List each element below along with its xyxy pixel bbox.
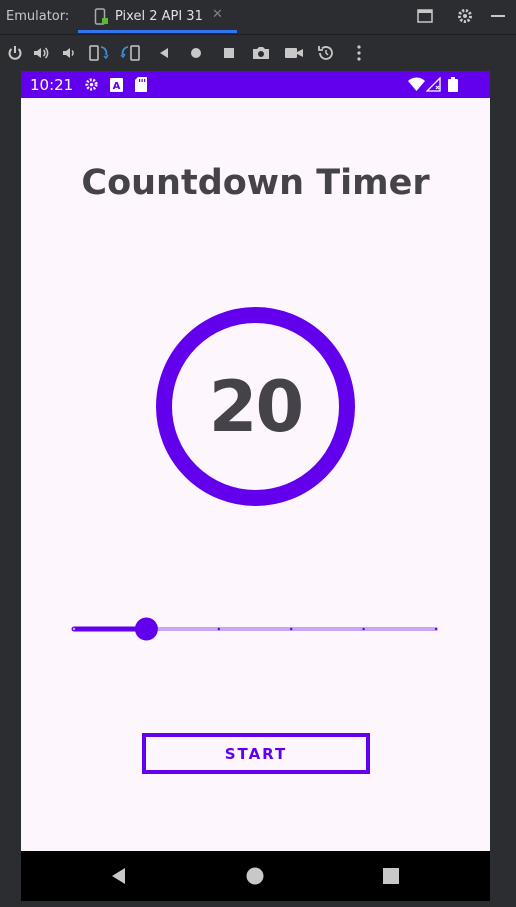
device-tab[interactable]: Pixel 2 API 31 ✕ [78,0,237,34]
active-tab-indicator [78,30,237,33]
minimize-icon[interactable] [490,7,506,29]
nav-back-icon[interactable] [109,866,129,886]
countdown-value: 20 [208,365,304,448]
signal-icon [425,76,441,96]
screenshot-icon[interactable] [251,43,271,63]
tab-close-icon[interactable]: ✕ [212,7,223,22]
screen-record-icon[interactable] [283,43,303,63]
device-tab-title: Pixel 2 API 31 [115,9,203,24]
page-title: Countdown Timer [81,163,430,203]
navigation-bar [21,851,490,901]
back-icon[interactable] [155,43,175,63]
volume-down-icon[interactable] [59,43,79,63]
a11y-status-icon: A [110,77,123,96]
slider-tick [434,627,438,631]
status-bar: 10:21 A [21,71,490,98]
nav-home-icon[interactable] [245,866,265,886]
start-button[interactable]: START [142,733,370,774]
slider-tick [362,627,365,631]
slider-tick [72,627,76,631]
emulator-toolbar [0,34,516,70]
window-layout-icon[interactable] [416,7,434,29]
battery-icon [448,77,458,96]
rotate-right-icon[interactable] [120,43,140,63]
emulator-label: Emulator: [6,9,70,24]
power-icon[interactable] [5,43,25,63]
rotate-left-icon[interactable] [88,43,109,63]
volume-up-icon[interactable] [31,43,51,63]
wifi-icon [408,77,425,96]
duration-slider[interactable] [69,616,441,642]
status-time: 10:21 [30,76,74,94]
slider-tick [217,627,220,631]
snapshot-icon[interactable] [316,43,336,63]
settings-status-icon [84,77,99,96]
overview-icon[interactable] [219,43,239,63]
emulator-title-bar: Emulator: Pixel 2 API 31 ✕ [0,0,516,34]
svg-text:A: A [113,81,121,92]
sd-card-icon [135,77,147,96]
more-icon[interactable] [349,43,369,63]
home-icon[interactable] [186,43,206,63]
settings-gear-icon[interactable] [456,7,474,29]
slider-thumb[interactable] [134,617,158,641]
phone-device-icon [94,8,108,30]
nav-overview-icon[interactable] [381,866,401,886]
device-screen: 10:21 A Countdown Timer 20 START [21,71,490,901]
slider-tick [290,627,293,631]
